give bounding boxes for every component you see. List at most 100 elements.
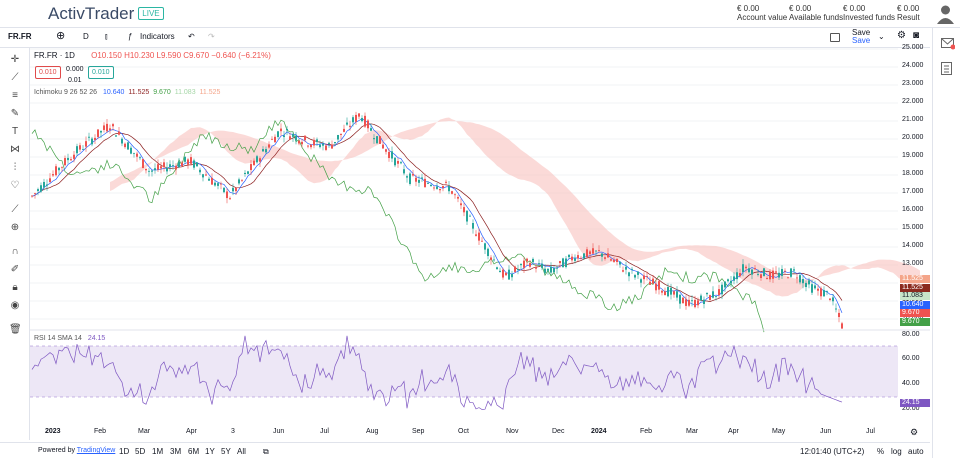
candle [52,174,54,176]
range-5d[interactable]: 5D [135,447,145,456]
layout-icon[interactable] [830,33,840,42]
candle [628,272,630,277]
favorite-icon[interactable]: ♡ [9,180,21,192]
range-1y[interactable]: 1Y [205,447,215,456]
ruler-icon[interactable]: ⟋ [9,204,21,216]
candle [217,183,219,186]
candle [163,162,165,168]
save-button[interactable]: Save Save [852,29,870,45]
candle [97,129,99,137]
tradingview-link[interactable]: TradingView [77,447,116,454]
percent-toggle[interactable]: % [877,447,884,456]
chart-toolbar: FR.FR ⊕ D ⫾ ƒ Indicators ↶ ↷ Save Save ⌄ … [0,28,930,48]
candle [58,167,60,171]
undo-icon[interactable]: ↶ [188,32,195,41]
candle [706,292,708,295]
lock-drawings-icon[interactable]: ✐ [9,264,21,276]
app-logo[interactable]: ActivTrader LIVE [48,4,164,24]
settings-icon[interactable]: ⚙ [897,30,906,41]
candle [601,253,603,257]
candle [583,253,585,259]
interval-button[interactable]: D [83,32,89,41]
candle [373,138,375,140]
fib-icon[interactable]: ≡ [9,90,21,102]
date-range-icon[interactable]: ⧉ [263,447,269,457]
ichimoku-legend: Ichimoku 9 26 52 26 10.640 11.525 9.670 … [34,89,220,96]
time-tick: May [772,428,786,435]
eye-icon[interactable]: ◉ [9,300,21,312]
rsi-tick: 60.00 [902,355,920,362]
candle [112,124,114,127]
axis-settings-icon[interactable]: ⚙ [910,427,918,438]
candle [154,168,156,171]
price-chart[interactable] [30,48,930,440]
candle [280,128,282,132]
text-icon[interactable]: T [9,126,21,138]
candle [415,177,417,182]
brush-icon[interactable]: ✎ [9,108,21,120]
price-tick: 17.000 [902,188,924,195]
sell-button[interactable]: 0.010 [35,66,61,79]
document-icon[interactable] [941,62,953,76]
range-1m[interactable]: 1M [152,447,163,456]
indicators-button[interactable]: Indicators [140,32,175,41]
candle [820,288,822,297]
buy-button[interactable]: 0.010 [88,66,114,79]
time-tick: Apr [186,428,197,435]
candle [79,145,81,150]
candle [328,142,330,144]
crosshair-icon[interactable]: ✛ [9,54,21,66]
candle [481,240,483,242]
candle [391,151,393,159]
range-6m[interactable]: 6M [188,447,199,456]
pattern-icon[interactable]: ⋈ [9,144,21,156]
log-toggle[interactable]: log [891,447,902,456]
lock-icon[interactable]: 🔒︎ [9,282,21,294]
range-1d[interactable]: 1D [119,447,129,456]
candle [562,258,564,268]
user-avatar-icon[interactable] [937,4,954,24]
price-tick: 19.000 [902,152,924,159]
candle [127,142,129,150]
candle [361,118,363,122]
magnet-icon[interactable]: ∩ [9,246,21,258]
auto-toggle[interactable]: auto [908,447,924,456]
range-5y[interactable]: 5Y [221,447,231,456]
candle [220,183,222,185]
candle [670,287,672,295]
chevron-down-icon[interactable]: ⌄ [878,32,885,41]
candle [469,215,471,217]
candle [775,271,777,273]
price-tag: 9.670 [900,309,930,317]
candle [529,263,531,267]
zoom-in-icon[interactable]: ⊕ [9,222,21,234]
trash-icon[interactable]: 🗑︎ [9,324,22,336]
candle [610,259,612,261]
candle [457,197,459,199]
candle [340,133,342,135]
range-all[interactable]: All [237,447,246,456]
spread-top: 0.000 [66,66,84,73]
chart-type-icon[interactable]: ⫾ [105,32,108,42]
indicators-icon[interactable]: ƒ [128,32,132,41]
candle [595,250,597,252]
candles [31,111,843,330]
rsi-value: 24.15 [87,335,106,342]
rsi-band [30,345,898,398]
candle [616,258,618,262]
trendline-icon[interactable]: ⟋ [9,72,21,84]
range-3m[interactable]: 3M [170,447,181,456]
candle [514,266,516,272]
candle [136,153,138,157]
symbol-search[interactable]: FR.FR [8,32,32,41]
redo-icon[interactable]: ↷ [208,32,215,41]
candle [211,177,213,185]
camera-icon[interactable]: ◙ [913,30,919,41]
candle [589,251,591,255]
price-tag: 11.083 [900,292,930,300]
add-symbol-icon[interactable]: ⊕ [56,29,65,42]
prediction-icon[interactable]: ⫶ [9,162,21,174]
price-tick: 13.000 [902,260,924,267]
candle [520,263,522,266]
mail-icon[interactable] [941,38,955,50]
